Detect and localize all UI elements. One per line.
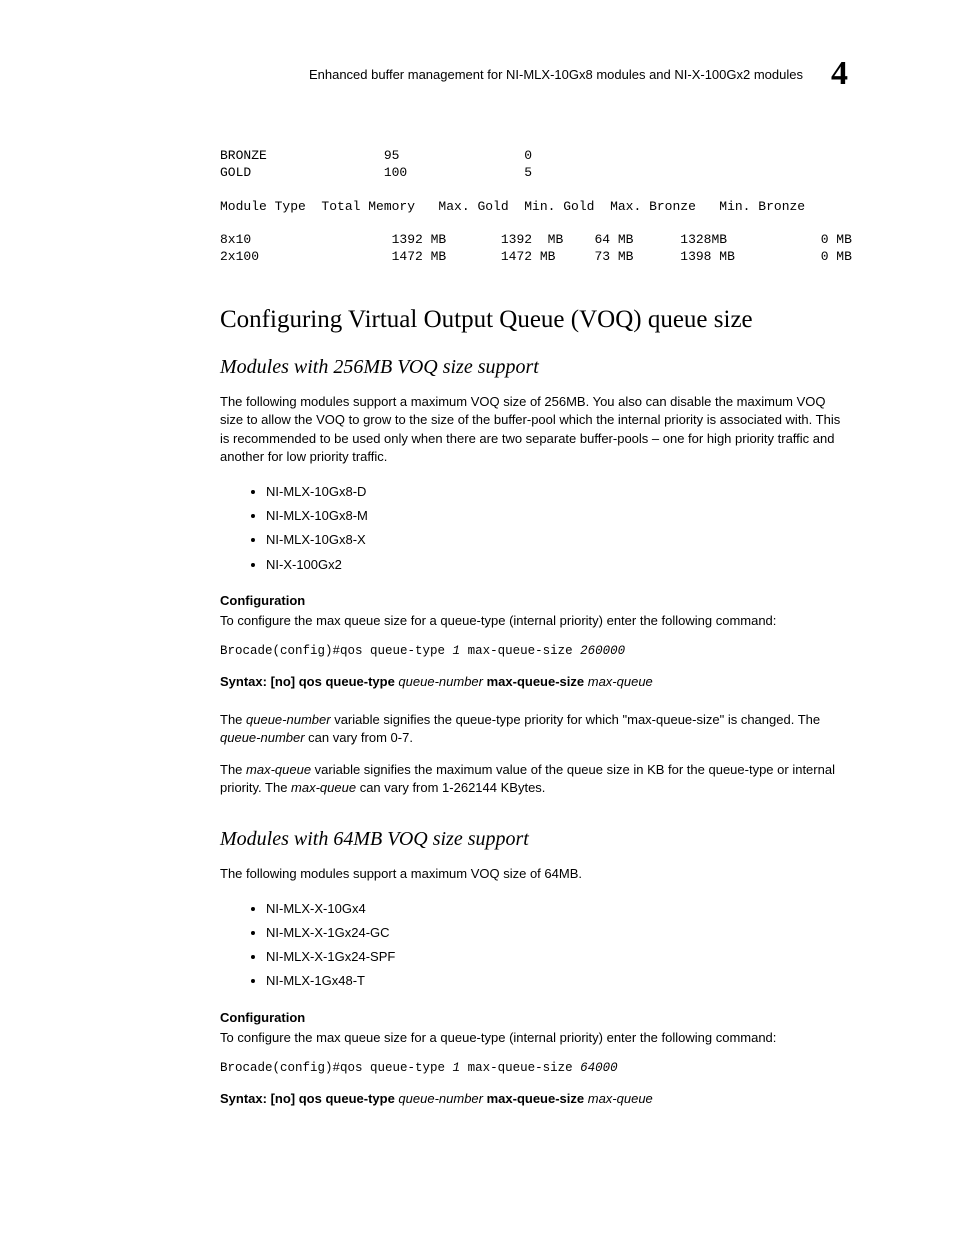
command-example: Brocade(config)#qos queue-type 1 max-que… — [220, 1061, 848, 1075]
text: The — [220, 762, 246, 777]
cmd-text: Brocade(config)#qos queue-type — [220, 1061, 453, 1075]
cmd-arg: 260000 — [580, 644, 625, 658]
list-item: NI-MLX-10Gx8-M — [266, 504, 848, 528]
text: variable signifies the queue-type priori… — [331, 712, 821, 727]
configuration-heading: Configuration — [220, 1010, 848, 1025]
cmd-arg: 1 — [453, 644, 461, 658]
syntax-variable: queue-number — [398, 1091, 483, 1106]
syntax-label: Syntax: — [220, 674, 271, 689]
syntax-keyword: [no] qos queue-type — [271, 1091, 399, 1106]
cmd-text: max-queue-size — [460, 1061, 580, 1075]
text: can vary from 1-262144 KBytes. — [356, 780, 545, 795]
page-header: Enhanced buffer management for NI-MLX-10… — [220, 55, 848, 93]
variable-name: max-queue — [291, 780, 356, 795]
syntax-keyword: [no] qos queue-type — [271, 674, 399, 689]
table-header-row: Module Type Total Memory Max. Gold Min. … — [220, 199, 805, 214]
table-row: 2x100 1472 MB 1472 MB 73 MB 1398 MB 0 MB — [220, 249, 852, 264]
module-list: NI-MLX-X-10Gx4 NI-MLX-X-1Gx24-GC NI-MLX-… — [220, 897, 848, 994]
variable-name: queue-number — [246, 712, 331, 727]
paragraph: The queue-number variable signifies the … — [220, 711, 848, 747]
cmd-arg: 64000 — [580, 1061, 618, 1075]
table-row: BRONZE 95 0 — [220, 148, 532, 163]
list-item: NI-MLX-1Gx48-T — [266, 969, 848, 993]
syntax-keyword: max-queue-size — [483, 674, 588, 689]
paragraph: To configure the max queue size for a qu… — [220, 612, 848, 630]
text: The — [220, 712, 246, 727]
syntax-keyword: max-queue-size — [483, 1091, 588, 1106]
paragraph: The max-queue variable signifies the max… — [220, 761, 848, 797]
list-item: NI-MLX-X-1Gx24-SPF — [266, 945, 848, 969]
memory-table: BRONZE 95 0 GOLD 100 5 Module Type Total… — [220, 148, 848, 266]
cmd-text: Brocade(config)#qos queue-type — [220, 644, 453, 658]
section-title: Configuring Virtual Output Queue (VOQ) q… — [220, 306, 848, 334]
command-example: Brocade(config)#qos queue-type 1 max-que… — [220, 644, 848, 658]
syntax-line: Syntax: [no] qos queue-type queue-number… — [220, 674, 848, 689]
page-content: Enhanced buffer management for NI-MLX-10… — [0, 0, 954, 1196]
variable-name: queue-number — [220, 730, 305, 745]
table-row: 8x10 1392 MB 1392 MB 64 MB 1328MB 0 MB — [220, 232, 852, 247]
paragraph: To configure the max queue size for a qu… — [220, 1029, 848, 1047]
list-item: NI-MLX-10Gx8-D — [266, 480, 848, 504]
list-item: NI-MLX-X-1Gx24-GC — [266, 921, 848, 945]
syntax-line: Syntax: [no] qos queue-type queue-number… — [220, 1091, 848, 1106]
subsection-title: Modules with 64MB VOQ size support — [220, 828, 848, 851]
cmd-text: max-queue-size — [460, 644, 580, 658]
subsection-256mb: Modules with 256MB VOQ size support The … — [220, 356, 848, 797]
syntax-variable: queue-number — [398, 674, 483, 689]
list-item: NI-MLX-10Gx8-X — [266, 528, 848, 552]
list-item: NI-X-100Gx2 — [266, 553, 848, 577]
variable-name: max-queue — [246, 762, 311, 777]
subsection-title: Modules with 256MB VOQ size support — [220, 356, 848, 379]
subsection-64mb: Modules with 64MB VOQ size support The f… — [220, 828, 848, 1106]
paragraph: The following modules support a maximum … — [220, 393, 848, 466]
cmd-arg: 1 — [453, 1061, 461, 1075]
text: can vary from 0-7. — [305, 730, 413, 745]
configuration-heading: Configuration — [220, 593, 848, 608]
module-list: NI-MLX-10Gx8-D NI-MLX-10Gx8-M NI-MLX-10G… — [220, 480, 848, 577]
paragraph: The following modules support a maximum … — [220, 865, 848, 883]
syntax-variable: max-queue — [588, 1091, 653, 1106]
header-title: Enhanced buffer management for NI-MLX-10… — [309, 67, 803, 82]
chapter-number: 4 — [831, 55, 848, 93]
syntax-variable: max-queue — [588, 674, 653, 689]
syntax-label: Syntax: — [220, 1091, 271, 1106]
list-item: NI-MLX-X-10Gx4 — [266, 897, 848, 921]
table-row: GOLD 100 5 — [220, 165, 532, 180]
